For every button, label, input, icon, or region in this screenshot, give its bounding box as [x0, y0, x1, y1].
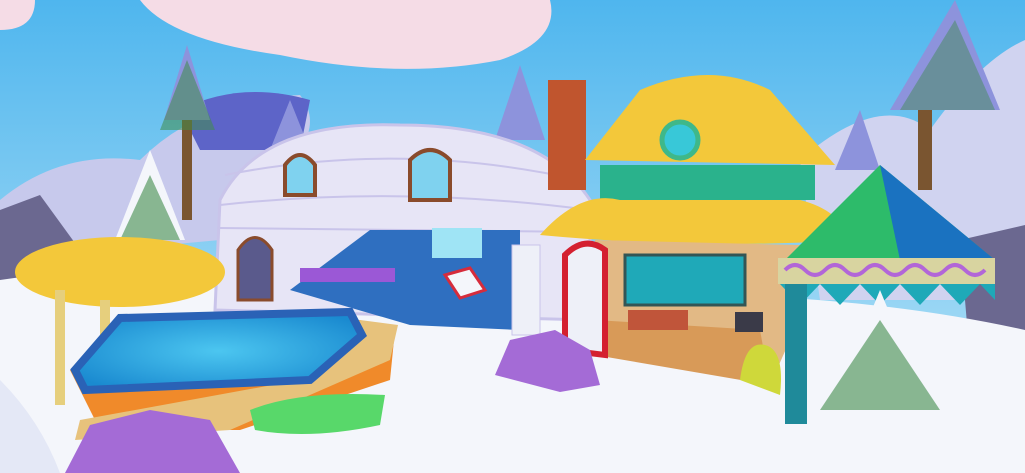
game-scene [0, 0, 1025, 473]
igloo-door [236, 236, 274, 302]
straw-umbrella [15, 237, 225, 307]
house-round-window [659, 119, 701, 161]
tent-pole [785, 284, 807, 424]
igloo-interior-window [432, 228, 482, 258]
bar-counter [300, 268, 395, 282]
house-awning [540, 198, 850, 244]
anvil [735, 312, 763, 332]
red-table [628, 310, 688, 330]
chimney [548, 80, 586, 190]
umbrella-pole [55, 290, 65, 405]
house-upper-wall [600, 165, 815, 200]
igloo-pillar [511, 244, 541, 336]
igloo-window [408, 148, 452, 202]
red-arch-door [562, 240, 608, 359]
igloo-window [283, 153, 317, 197]
computer-screens [623, 253, 747, 307]
